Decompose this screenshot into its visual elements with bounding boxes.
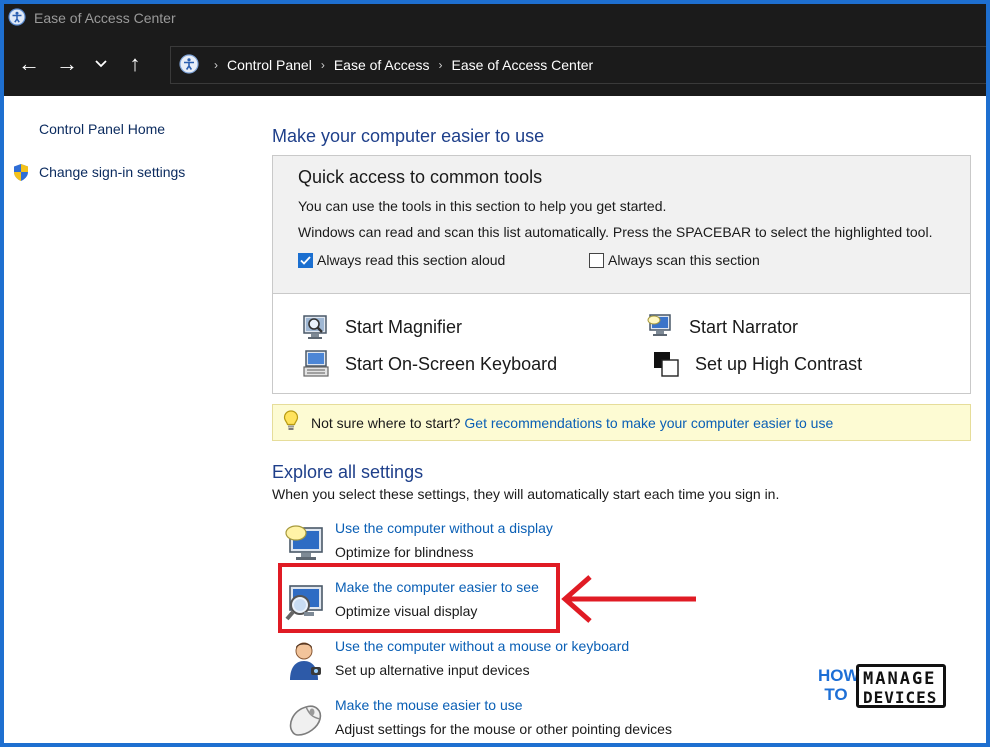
window-title: Ease of Access Center xyxy=(34,10,176,26)
breadcrumb-control-panel[interactable]: Control Panel xyxy=(227,57,312,73)
logo-how: HOW xyxy=(818,666,860,685)
logo-manage: MANAGE xyxy=(863,669,937,689)
use-without-display-link[interactable]: Use the computer without a display xyxy=(335,520,553,536)
red-arrow-icon xyxy=(560,574,700,629)
logo-devices: DEVICES xyxy=(863,688,938,707)
navigation-bar: ← → ↑ › Control Panel › Ease of Access ›… xyxy=(4,32,986,96)
start-narrator-label: Start Narrator xyxy=(689,316,799,337)
address-bar[interactable]: › Control Panel › Ease of Access › Ease … xyxy=(170,46,986,84)
narrator-monitor-icon xyxy=(282,522,326,566)
setting-mouse-easier: Make the mouse easier to use Adjust sett… xyxy=(282,697,702,743)
forward-button[interactable]: → xyxy=(48,44,86,84)
light-bulb-icon xyxy=(283,410,299,435)
start-on-screen-keyboard-label: Start On-Screen Keyboard xyxy=(345,353,558,374)
highlight-rectangle xyxy=(278,563,560,633)
make-mouse-easier-desc: Adjust settings for the mouse or other p… xyxy=(335,721,672,737)
mouse-icon xyxy=(282,699,326,743)
recent-locations-button[interactable] xyxy=(86,44,116,84)
breadcrumb-ease-of-access[interactable]: Ease of Access xyxy=(334,57,430,73)
set-up-high-contrast-label: Set up High Contrast xyxy=(695,353,863,374)
left-pane: Control Panel Home Change sign-in settin… xyxy=(4,96,244,743)
use-without-display-desc: Optimize for blindness xyxy=(335,544,474,560)
checkbox-checked-icon xyxy=(298,252,313,268)
quick-access-description: You can use the tools in this section to… xyxy=(298,198,667,214)
logo-to: TO xyxy=(824,685,848,704)
page-title: Make your computer easier to use xyxy=(272,126,545,146)
narrator-icon xyxy=(645,312,675,342)
chevron-down-icon xyxy=(95,60,107,68)
keyboard-icon xyxy=(301,349,331,379)
quick-access-scan-hint: Windows can read and scan this list auto… xyxy=(298,224,933,240)
back-button[interactable]: ← xyxy=(10,44,48,84)
recommendation-bar: Not sure where to start? Get recommendat… xyxy=(272,404,971,441)
shield-icon xyxy=(12,163,30,187)
make-mouse-easier-link[interactable]: Make the mouse easier to use xyxy=(335,697,523,713)
title-bar: Ease of Access Center xyxy=(4,4,986,32)
control-panel-home-link[interactable]: Control Panel Home xyxy=(39,121,165,137)
magnifier-icon xyxy=(301,312,331,342)
control-panel-icon xyxy=(179,53,199,77)
watermark-logo: HOW TO MANAGE DEVICES xyxy=(818,664,948,710)
start-magnifier-label: Start Magnifier xyxy=(345,316,463,337)
up-button[interactable]: ↑ xyxy=(116,44,154,84)
scan-checkbox[interactable]: Always scan this section xyxy=(589,252,760,268)
read-aloud-label: Always read this section aloud xyxy=(317,252,506,268)
scan-label: Always scan this section xyxy=(608,252,760,268)
ease-of-access-window: Ease of Access Center ← → ↑ › Control Pa… xyxy=(4,4,986,743)
breadcrumb-ease-of-access-center[interactable]: Ease of Access Center xyxy=(452,57,594,73)
get-recommendations-link[interactable]: Get recommendations to make your compute… xyxy=(464,415,833,431)
logo-how-to: HOW TO xyxy=(818,666,860,704)
explore-all-settings-heading: Explore all settings xyxy=(272,462,424,482)
start-on-screen-keyboard-button[interactable]: Start On-Screen Keyboard xyxy=(301,349,557,379)
breadcrumb-separator: › xyxy=(214,58,218,72)
high-contrast-icon xyxy=(651,349,681,379)
use-without-mouse-keyboard-desc: Set up alternative input devices xyxy=(335,662,530,678)
person-icon xyxy=(282,640,326,684)
set-up-high-contrast-button[interactable]: Set up High Contrast xyxy=(651,349,862,379)
explore-all-settings-description: When you select these settings, they wil… xyxy=(272,486,780,502)
logo-manage-devices-box: MANAGE DEVICES xyxy=(856,664,946,708)
quick-access-title: Quick access to common tools xyxy=(298,167,543,187)
recommendation-text: Not sure where to start? xyxy=(311,414,461,431)
checkbox-unchecked-icon xyxy=(589,252,604,268)
read-aloud-checkbox[interactable]: Always read this section aloud xyxy=(298,252,505,268)
breadcrumb-separator: › xyxy=(438,58,443,72)
use-without-mouse-keyboard-link[interactable]: Use the computer without a mouse or keyb… xyxy=(335,638,629,654)
start-narrator-button[interactable]: Start Narrator xyxy=(645,312,798,342)
quick-access-header: Quick access to common tools You can use… xyxy=(273,156,970,294)
start-magnifier-button[interactable]: Start Magnifier xyxy=(301,312,462,342)
change-sign-in-settings-link[interactable]: Change sign-in settings xyxy=(39,164,185,180)
breadcrumb-separator: › xyxy=(320,58,325,72)
setting-without-mouse-keyboard: Use the computer without a mouse or keyb… xyxy=(282,638,702,690)
ease-of-access-icon xyxy=(8,7,26,29)
quick-access-panel: Quick access to common tools You can use… xyxy=(272,155,971,394)
